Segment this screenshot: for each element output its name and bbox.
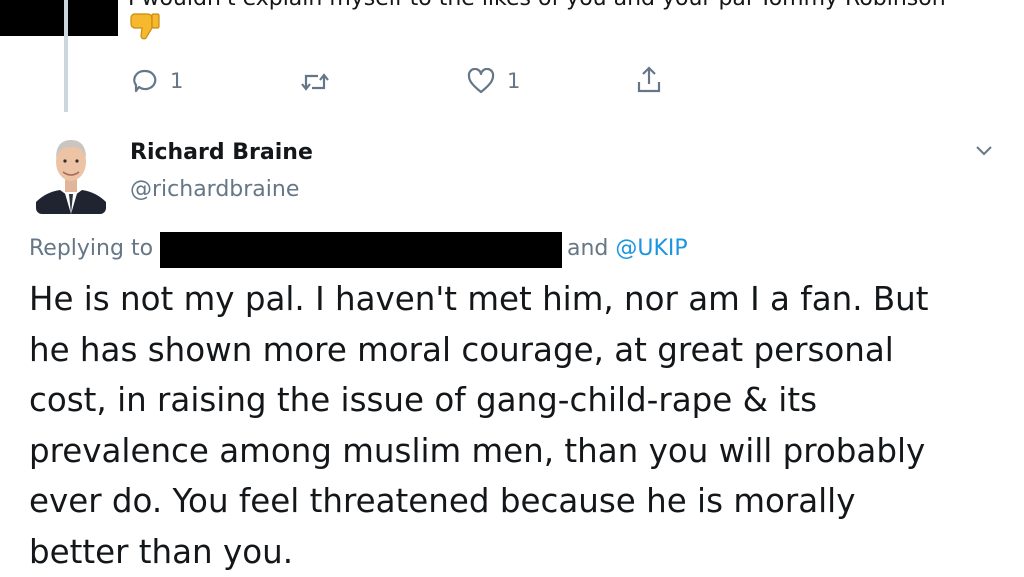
reply-icon [132,68,158,94]
replying-and-label: and [567,236,608,261]
share-action[interactable] [636,66,662,94]
retweet-action[interactable] [300,70,330,94]
tweet-text-line: ever do. You feel threatened because he … [29,476,1009,527]
like-count: 1 [507,69,520,93]
like-action[interactable]: 1 [467,68,520,94]
replying-and-mention: and @UKIP [567,236,688,261]
redacted-avatar-previous [0,0,118,36]
tweet-text: He is not my pal. I haven't met him, nor… [29,274,1009,577]
avatar[interactable] [36,130,106,214]
reply-count: 1 [170,69,183,93]
thumbs-down-emoji-icon [130,10,162,44]
author-handle[interactable]: @richardbraine [130,177,299,202]
tweet-text-line: better than you. [29,527,1009,577]
previous-tweet-text: I wouldn't explain myself to the likes o… [128,0,946,11]
heart-icon [467,68,495,94]
retweet-icon [300,70,330,94]
reply-action[interactable]: 1 [132,68,183,94]
tweet-text-line: he has shown more moral courage, at grea… [29,325,1009,376]
chevron-down-icon[interactable] [974,142,994,162]
share-icon [636,66,662,94]
author-name[interactable]: Richard Braine [130,140,313,165]
thread-connector-line [64,0,68,112]
redacted-mention [160,232,562,268]
tweet-text-line: prevalence among muslim men, than you wi… [29,426,1009,477]
mention-link-ukip[interactable]: @UKIP [615,236,687,261]
tweet-text-line: He is not my pal. I haven't met him, nor… [29,274,1009,325]
tweet-text-line: cost, in raising the issue of gang-child… [29,375,1009,426]
replying-to-label: Replying to [29,236,153,261]
